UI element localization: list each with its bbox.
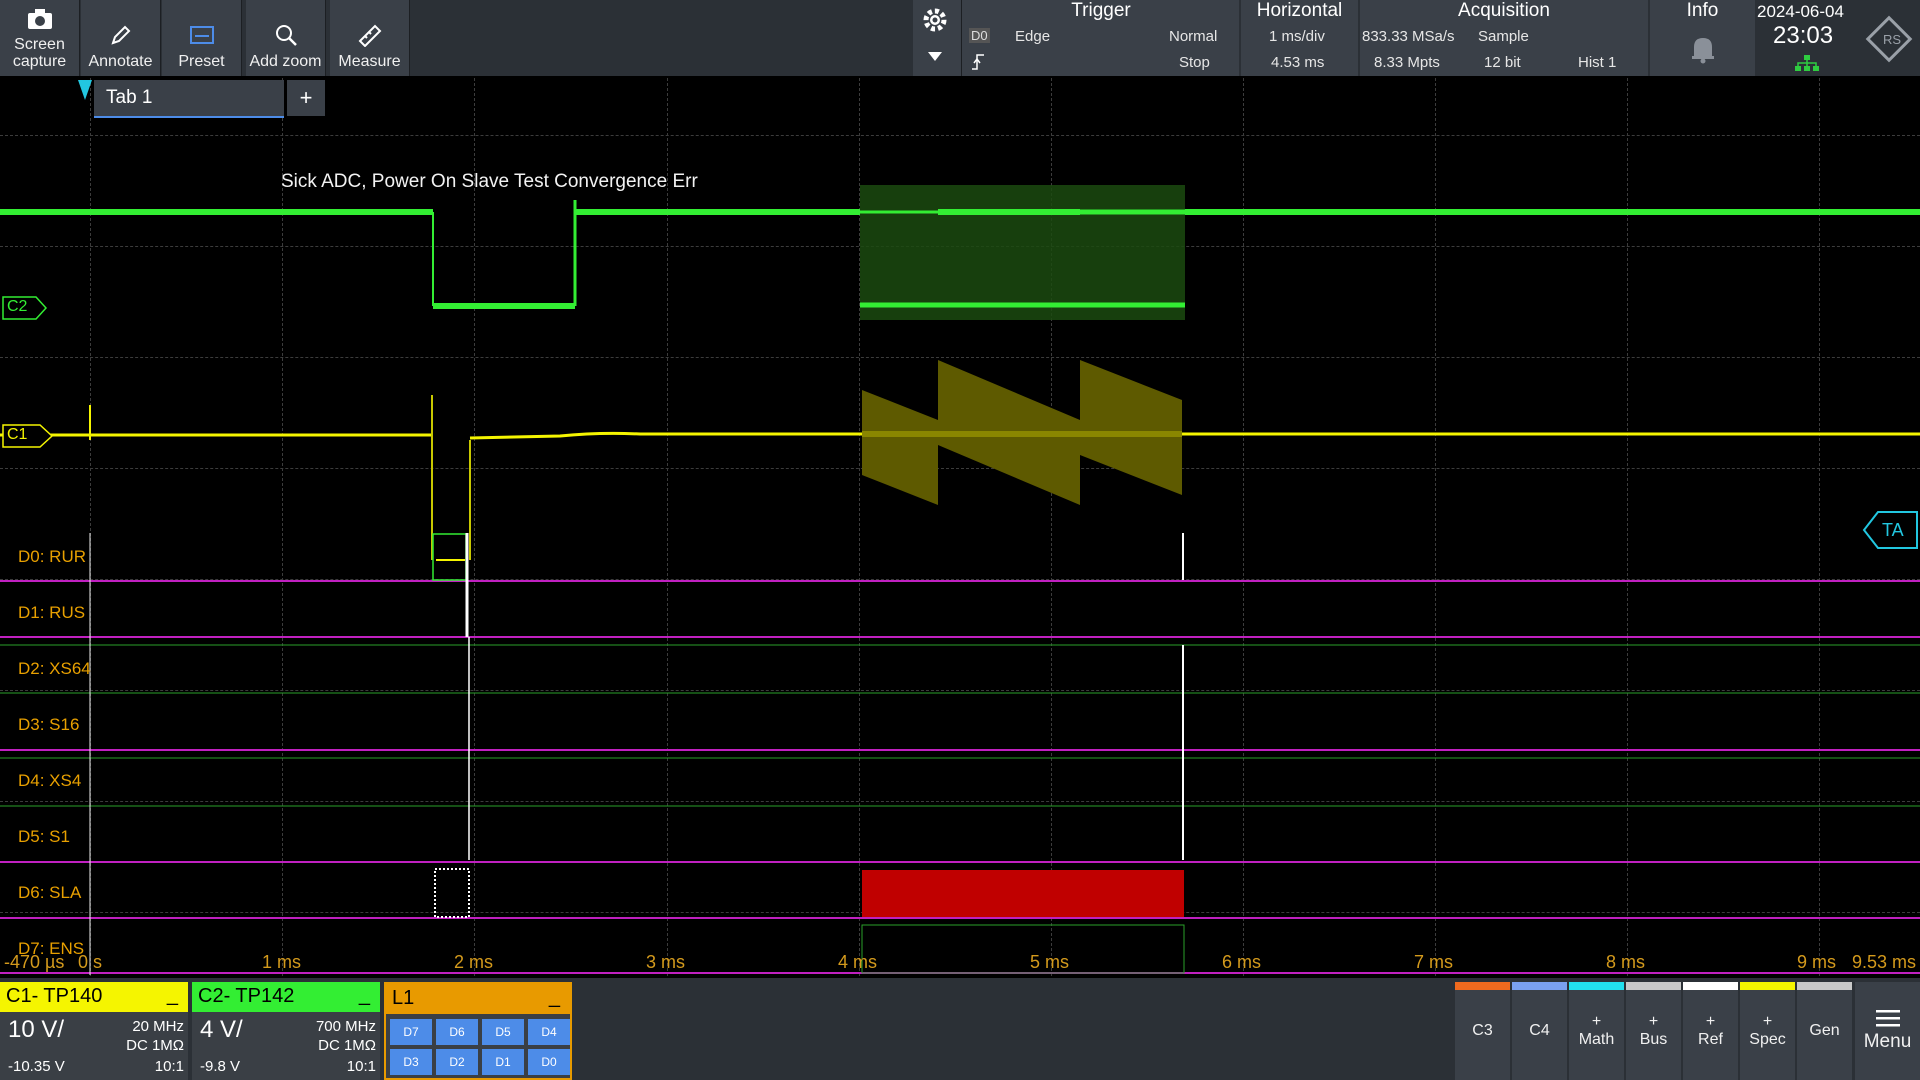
c2-coupling: DC 1MΩ xyxy=(318,1037,376,1054)
d2-label[interactable]: D2: XS64 xyxy=(18,659,91,679)
plus-icon: + xyxy=(1648,1013,1659,1030)
menu-label: Menu xyxy=(1863,1031,1912,1052)
c2-minimize-button[interactable]: _ xyxy=(359,984,370,1007)
l1-bit-d1[interactable]: D1 xyxy=(482,1049,524,1075)
waveform-canvas xyxy=(0,185,1920,975)
l1-logic-box[interactable]: L1 _ D7 D6 D5 D4 D3 D2 D1 D0 xyxy=(384,982,572,1080)
c2-name: C2- TP142 xyxy=(198,985,295,1007)
l1-bit-d6[interactable]: D6 xyxy=(436,1019,478,1045)
c1-header: C1- TP140 _ xyxy=(0,982,188,1012)
c2-waveform xyxy=(0,185,1920,320)
c2-header: C2- TP142 _ xyxy=(192,982,380,1012)
c2-channel-box[interactable]: C2- TP142 _ 4 V/ 700 MHz DC 1MΩ -9.8 V 1… xyxy=(192,982,380,1080)
time-label: 9 ms xyxy=(1797,952,1837,972)
c1-offset: -10.35 V xyxy=(8,1058,65,1075)
menu-button[interactable]: Menu xyxy=(1855,982,1920,1080)
c1-waveform xyxy=(0,360,1920,560)
c1-probe: 10:1 xyxy=(154,1058,184,1075)
d3-label[interactable]: D3: S16 xyxy=(18,715,79,735)
d4-label[interactable]: D4: XS4 xyxy=(18,771,81,791)
l1-minimize-button[interactable]: _ xyxy=(549,986,560,1009)
plus-icon: + xyxy=(1762,1013,1773,1030)
ref-label: Ref xyxy=(1698,1031,1723,1048)
d1-label[interactable]: D1: RUS xyxy=(18,603,85,623)
c1-name: C1- TP140 xyxy=(6,985,103,1007)
c3-button[interactable]: C3 xyxy=(1455,982,1510,1080)
math-button[interactable]: + Math xyxy=(1569,982,1624,1080)
l1-bit-d4[interactable]: D4 xyxy=(528,1019,570,1045)
c3-label: C3 xyxy=(1472,1022,1493,1039)
trigger-level-marker[interactable]: TA xyxy=(1862,511,1918,549)
gen-label: Gen xyxy=(1809,1022,1840,1039)
time-label: 0 s xyxy=(78,952,103,972)
l1-name: L1 xyxy=(392,987,415,1009)
math-label: Math xyxy=(1578,1031,1615,1048)
time-label: -470 µs xyxy=(4,952,65,972)
gen-button[interactable]: Gen xyxy=(1797,982,1852,1080)
spec-button[interactable]: + Spec xyxy=(1740,982,1795,1080)
l1-bit-d3[interactable]: D3 xyxy=(390,1049,432,1075)
d6-label[interactable]: D6: SLA xyxy=(18,883,81,903)
d5-label[interactable]: D5: S1 xyxy=(18,827,70,847)
time-label: 3 ms xyxy=(646,952,686,972)
ref-button[interactable]: + Ref xyxy=(1683,982,1738,1080)
time-label: 2 ms xyxy=(454,952,494,972)
time-label: 1 ms xyxy=(262,952,302,972)
spec-label: Spec xyxy=(1749,1031,1786,1048)
plus-icon: + xyxy=(1705,1013,1716,1030)
c1-coupling: DC 1MΩ xyxy=(126,1037,184,1054)
c1-channel-box[interactable]: C1- TP140 _ 10 V/ 20 MHz DC 1MΩ -10.35 V… xyxy=(0,982,188,1080)
c2-probe: 10:1 xyxy=(346,1058,376,1075)
c1-minimize-button[interactable]: _ xyxy=(167,984,178,1007)
time-label: 7 ms xyxy=(1414,952,1454,972)
bus-label: Bus xyxy=(1639,1031,1668,1048)
c2-bandwidth: 700 MHz xyxy=(315,1018,376,1035)
c4-button[interactable]: C4 xyxy=(1512,982,1567,1080)
c1-bandwidth: 20 MHz xyxy=(132,1018,184,1035)
l1-bit-d5[interactable]: D5 xyxy=(482,1019,524,1045)
bus-button[interactable]: + Bus xyxy=(1626,982,1681,1080)
time-label: 8 ms xyxy=(1606,952,1646,972)
digital-waveforms xyxy=(0,533,1920,975)
c4-label: C4 xyxy=(1529,1022,1550,1039)
time-label: 6 ms xyxy=(1222,952,1262,972)
plus-icon: + xyxy=(1591,1013,1602,1030)
l1-bit-d7[interactable]: D7 xyxy=(390,1019,432,1045)
time-label: 5 ms xyxy=(1030,952,1070,972)
d0-label[interactable]: D0: RUR xyxy=(18,547,86,567)
c1-marker[interactable]: C1 xyxy=(2,424,54,448)
time-label: 4 ms xyxy=(838,952,878,972)
hamburger-icon xyxy=(1875,1010,1900,1027)
c2-scale: 4 V/ xyxy=(200,1016,243,1043)
c1-scale: 10 V/ xyxy=(8,1016,65,1043)
time-label: 9.53 ms xyxy=(1852,952,1917,972)
l1-bit-d2[interactable]: D2 xyxy=(436,1049,478,1075)
l1-header: L1 _ xyxy=(386,984,570,1014)
c2-offset: -9.8 V xyxy=(200,1058,241,1075)
c2-marker[interactable]: C2 xyxy=(2,296,48,320)
l1-bit-d0[interactable]: D0 xyxy=(528,1049,570,1075)
